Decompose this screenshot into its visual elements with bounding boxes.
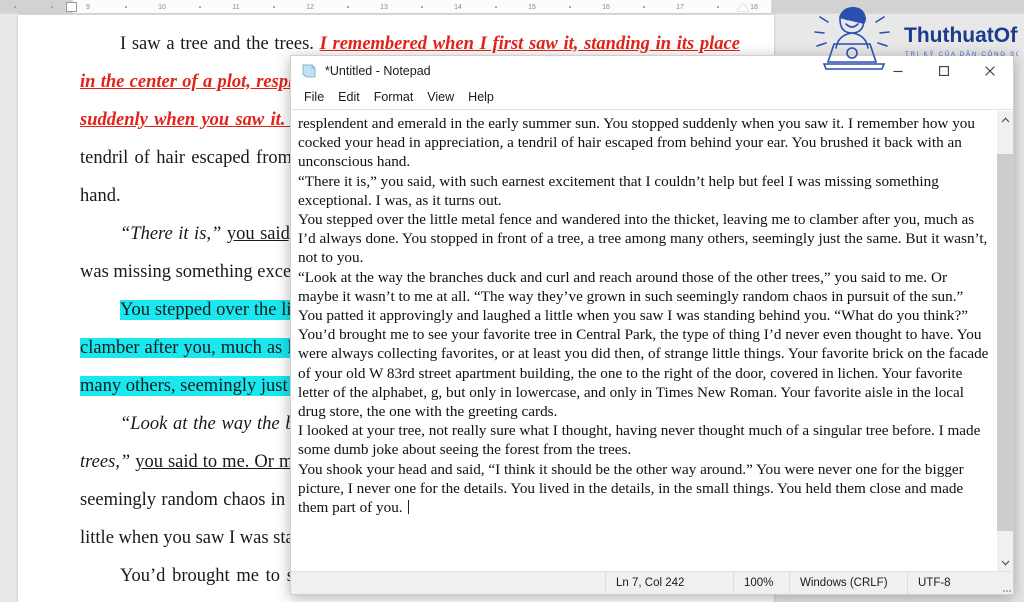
ruler-tick-dot	[273, 6, 275, 8]
menu-item-help[interactable]: Help	[461, 87, 501, 107]
word-ruler[interactable]: 9 10 11 12 13 14 15 16 17 18	[0, 0, 1024, 14]
ruler-tick-9: 9	[86, 4, 90, 11]
ruler-tick-18: 18	[750, 4, 758, 11]
ruler-tick-dot	[421, 6, 423, 8]
close-button[interactable]	[967, 56, 1013, 85]
document-text-run: trees.	[274, 34, 320, 54]
scrollbar-thumb[interactable]	[997, 154, 1013, 531]
ruler-tick-dot	[643, 6, 645, 8]
resize-grip-icon[interactable]	[997, 572, 1013, 594]
ruler-tick-16: 16	[602, 4, 610, 11]
ruler-tick-dot	[14, 6, 16, 8]
document-text-run: I saw a tree and the	[120, 34, 275, 54]
scroll-up-button[interactable]	[997, 111, 1013, 128]
minimize-icon	[893, 70, 903, 72]
notepad-body[interactable]: resplendent and emerald in the early sum…	[291, 110, 1013, 571]
notepad-title-text: *Untitled - Notepad	[325, 63, 431, 78]
menu-item-file[interactable]: File	[297, 87, 331, 107]
status-line-ending: Windows (CRLF)	[789, 572, 907, 594]
menu-item-format[interactable]: Format	[367, 87, 421, 107]
ruler-tick-dot	[495, 6, 497, 8]
status-zoom-level[interactable]: 100%	[733, 572, 789, 594]
notepad-window[interactable]: *Untitled - Notepad File Edit Format Vie…	[290, 55, 1014, 595]
status-cursor-position: Ln 7, Col 242	[605, 572, 733, 594]
maximize-icon	[939, 65, 949, 76]
document-text-run: “There it is,”	[120, 224, 227, 244]
notepad-text-editor[interactable]: resplendent and emerald in the early sum…	[291, 111, 996, 571]
ruler-tick-17: 17	[676, 4, 684, 11]
ruler-tick-dot	[199, 6, 201, 8]
close-icon	[985, 65, 995, 76]
left-indent-marker[interactable]	[66, 2, 77, 12]
notepad-window-controls	[875, 56, 1013, 85]
ruler-tick-dot	[51, 6, 53, 8]
chevron-down-icon	[1001, 560, 1010, 566]
ruler-tick-dot	[569, 6, 571, 8]
ruler-tick-dot	[125, 6, 127, 8]
menu-item-edit[interactable]: Edit	[331, 87, 367, 107]
notepad-titlebar[interactable]: *Untitled - Notepad	[291, 56, 1013, 85]
notepad-status-bar: Ln 7, Col 242 100% Windows (CRLF) UTF-8	[291, 571, 1013, 594]
screen: 9 10 11 12 13 14 15 16 17 18 I saw a tree and the…	[0, 0, 1024, 602]
minimize-button[interactable]	[875, 56, 921, 85]
maximize-button[interactable]	[921, 56, 967, 85]
menu-item-view[interactable]: View	[420, 87, 461, 107]
ruler-tick-12: 12	[306, 4, 314, 11]
scroll-down-button[interactable]	[997, 554, 1013, 571]
ruler-tick-10: 10	[158, 4, 166, 11]
ruler-tick-14: 14	[454, 4, 462, 11]
status-spacer	[291, 572, 605, 594]
ruler-tick-15: 15	[528, 4, 536, 11]
ruler-left-margin-band	[0, 0, 72, 13]
text-caret	[408, 500, 410, 515]
ruler-tick-dot	[347, 6, 349, 8]
notepad-vertical-scrollbar[interactable]	[996, 111, 1013, 571]
chevron-up-icon	[1001, 116, 1010, 122]
right-indent-marker[interactable]	[737, 3, 749, 11]
ruler-right-margin-band	[772, 0, 1024, 13]
notepad-menubar[interactable]: File Edit Format View Help	[291, 85, 1013, 110]
status-encoding: UTF-8	[907, 572, 997, 594]
notepad-document-icon	[301, 63, 317, 79]
notepad-text-content: resplendent and emerald in the early sum…	[298, 115, 989, 517]
ruler-tick-13: 13	[380, 4, 388, 11]
ruler-tick-11: 11	[232, 4, 240, 11]
ruler-tick-dot	[717, 6, 719, 8]
